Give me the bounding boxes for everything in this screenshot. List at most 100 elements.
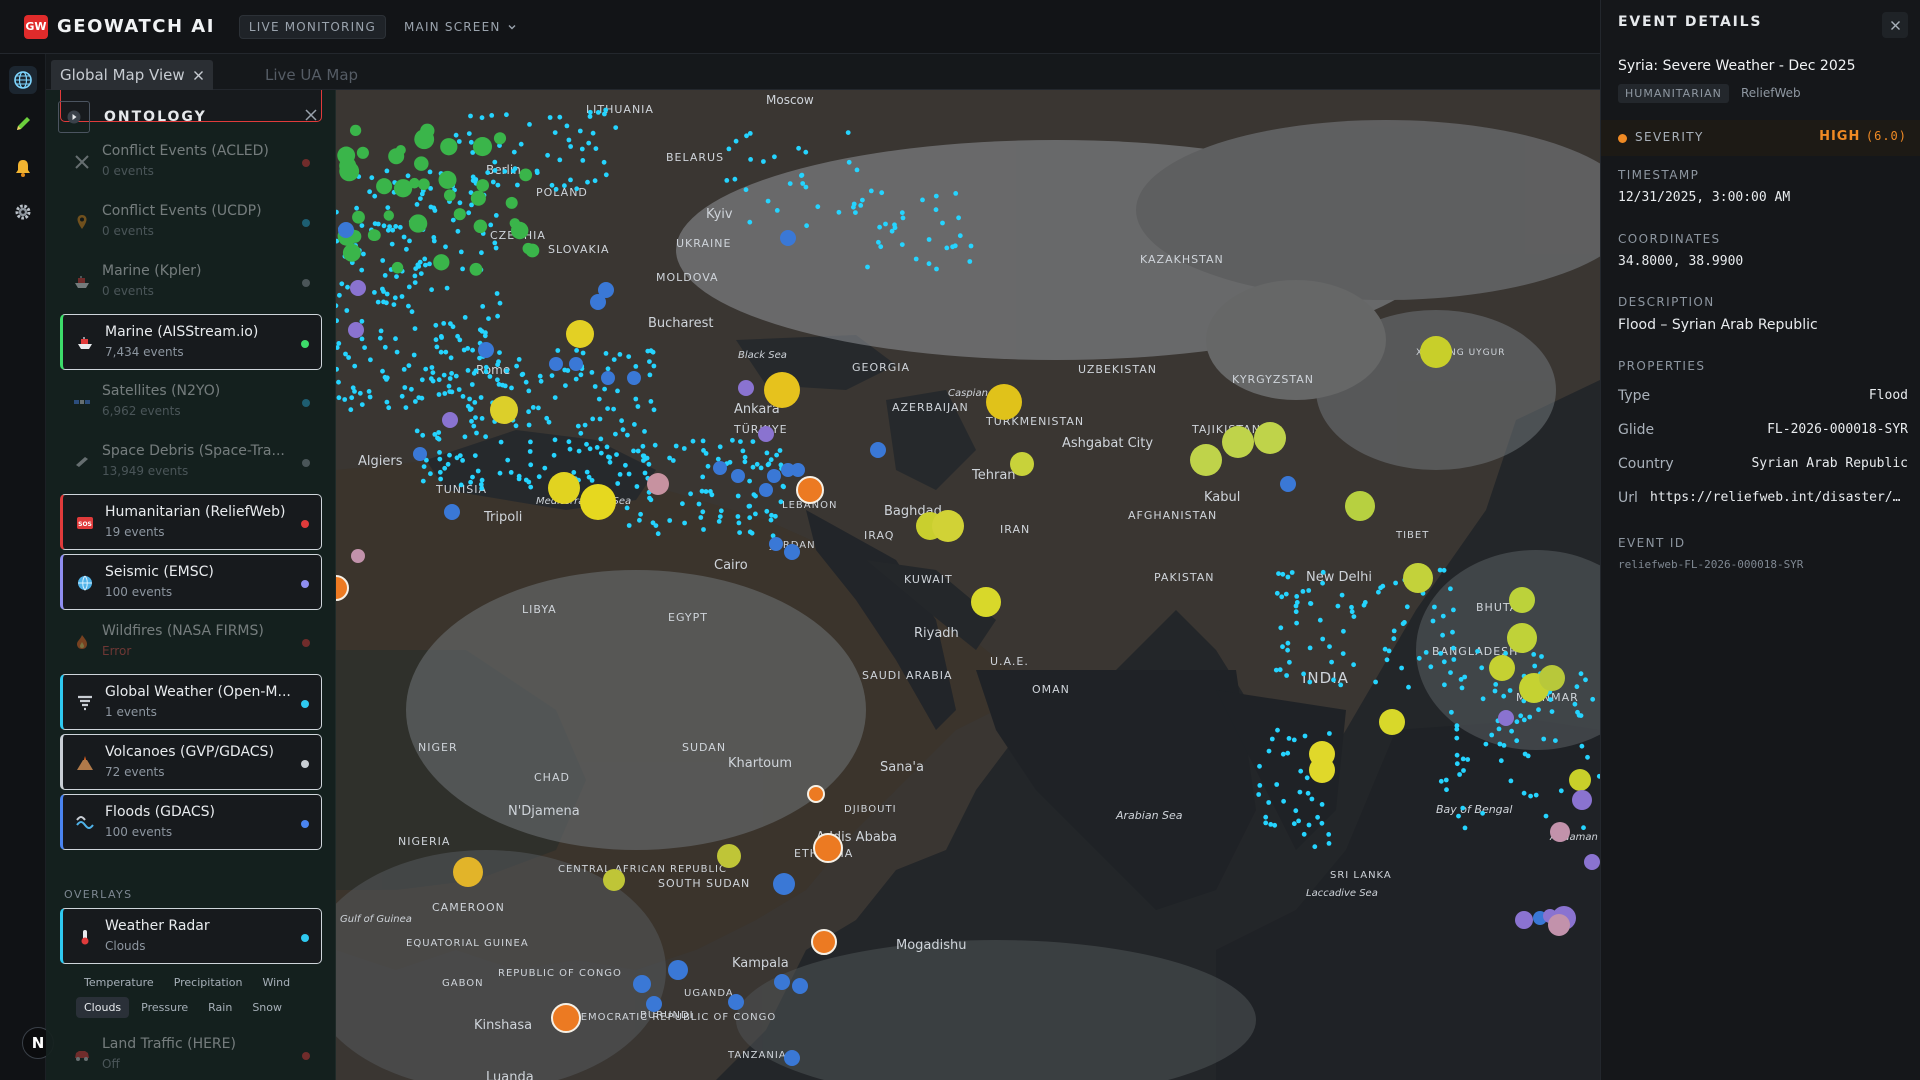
ais-vessel-marker[interactable] xyxy=(420,432,426,438)
ais-vessel-marker[interactable] xyxy=(566,137,572,143)
ais-vessel-marker[interactable] xyxy=(385,227,391,233)
ais-vessel-marker[interactable] xyxy=(564,123,570,129)
ais-vessel-marker[interactable] xyxy=(1335,603,1341,609)
ais-vessel-marker[interactable] xyxy=(1341,628,1346,634)
ais-vessel-marker[interactable] xyxy=(493,213,499,218)
ais-vessel-marker[interactable] xyxy=(549,373,555,378)
ais-vessel-marker[interactable] xyxy=(442,465,448,471)
ais-vessel-marker[interactable] xyxy=(1514,738,1520,744)
ais-vessel-marker[interactable] xyxy=(366,389,372,394)
seismic-marker[interactable] xyxy=(1498,710,1514,726)
volcano-marker[interactable] xyxy=(1569,769,1591,791)
marine-marker[interactable] xyxy=(349,124,362,137)
ais-vessel-marker[interactable] xyxy=(934,266,939,272)
ais-vessel-marker[interactable] xyxy=(601,159,607,165)
layer-space-debris-space-tra[interactable]: Space Debris (Space-Tra... 13,949 events xyxy=(60,434,322,490)
ais-vessel-marker[interactable] xyxy=(1441,659,1447,665)
marine-marker[interactable] xyxy=(414,156,429,171)
volcano-marker[interactable] xyxy=(1509,587,1535,613)
ais-vessel-marker[interactable] xyxy=(1479,665,1485,671)
marine-marker[interactable] xyxy=(440,138,458,156)
ais-vessel-marker[interactable] xyxy=(1438,778,1444,784)
ais-vessel-marker[interactable] xyxy=(372,193,378,199)
ais-vessel-marker[interactable] xyxy=(516,357,522,362)
ais-vessel-marker[interactable] xyxy=(614,452,619,457)
ontology-toggle[interactable] xyxy=(58,101,90,133)
ais-vessel-marker[interactable] xyxy=(454,455,460,461)
ais-vessel-marker[interactable] xyxy=(352,389,357,394)
ais-vessel-marker[interactable] xyxy=(1280,571,1286,577)
ais-vessel-marker[interactable] xyxy=(1331,677,1336,683)
ais-vessel-marker[interactable] xyxy=(851,201,857,207)
marine-marker[interactable] xyxy=(505,196,518,209)
ais-vessel-marker[interactable] xyxy=(447,452,452,458)
ais-vessel-marker[interactable] xyxy=(803,184,809,190)
ais-vessel-marker[interactable] xyxy=(567,446,573,452)
ais-vessel-marker[interactable] xyxy=(1493,682,1499,687)
ais-vessel-marker[interactable] xyxy=(443,244,448,250)
ais-vessel-marker[interactable] xyxy=(361,251,366,257)
ais-vessel-marker[interactable] xyxy=(394,274,399,279)
ais-vessel-marker[interactable] xyxy=(417,259,423,265)
layer-marine-aisstream-io[interactable]: Marine (AISStream.io) 7,434 events xyxy=(60,314,322,370)
ais-vessel-marker[interactable] xyxy=(748,157,753,162)
marine-marker[interactable] xyxy=(388,148,405,165)
ais-vessel-marker[interactable] xyxy=(449,371,454,376)
ais-vessel-marker[interactable] xyxy=(642,470,648,476)
ais-vessel-marker[interactable] xyxy=(563,383,568,388)
ais-vessel-marker[interactable] xyxy=(617,472,623,477)
ais-vessel-marker[interactable] xyxy=(747,219,753,225)
ais-vessel-marker[interactable] xyxy=(487,374,493,379)
ais-vessel-marker[interactable] xyxy=(742,454,748,460)
seismic-marker[interactable] xyxy=(870,442,886,458)
seismic-marker[interactable] xyxy=(728,994,744,1010)
ais-vessel-marker[interactable] xyxy=(1402,620,1407,625)
ais-vessel-marker[interactable] xyxy=(444,285,450,291)
ais-vessel-marker[interactable] xyxy=(1475,648,1480,654)
ais-vessel-marker[interactable] xyxy=(380,258,386,263)
event-marker[interactable] xyxy=(1548,914,1570,936)
ais-vessel-marker[interactable] xyxy=(407,238,412,244)
ais-vessel-marker[interactable] xyxy=(717,444,723,450)
ais-vessel-marker[interactable] xyxy=(456,387,462,392)
ais-vessel-marker[interactable] xyxy=(1574,684,1580,690)
ais-vessel-marker[interactable] xyxy=(1451,607,1456,613)
ais-vessel-marker[interactable] xyxy=(423,366,429,372)
ais-vessel-marker[interactable] xyxy=(1462,674,1468,680)
ais-vessel-marker[interactable] xyxy=(899,242,905,248)
ais-vessel-marker[interactable] xyxy=(479,477,485,483)
ais-vessel-marker[interactable] xyxy=(590,416,596,422)
ais-vessel-marker[interactable] xyxy=(470,347,475,353)
ais-vessel-marker[interactable] xyxy=(434,344,440,350)
ais-vessel-marker[interactable] xyxy=(892,222,897,228)
event-marker[interactable] xyxy=(351,549,365,563)
ais-vessel-marker[interactable] xyxy=(944,245,950,251)
ais-vessel-marker[interactable] xyxy=(498,439,504,445)
ais-vessel-marker[interactable] xyxy=(586,140,592,146)
volcano-marker[interactable] xyxy=(1190,444,1222,476)
ais-vessel-marker[interactable] xyxy=(602,111,607,117)
seismic-marker[interactable] xyxy=(784,544,800,560)
overlay-option-clouds[interactable]: Clouds xyxy=(76,997,130,1018)
ais-vessel-marker[interactable] xyxy=(384,399,390,405)
ais-vessel-marker[interactable] xyxy=(490,179,496,185)
event-marker[interactable] xyxy=(1550,822,1570,842)
ais-vessel-marker[interactable] xyxy=(626,523,632,528)
ais-vessel-marker[interactable] xyxy=(336,341,342,346)
ais-vessel-marker[interactable] xyxy=(492,168,498,173)
ais-vessel-marker[interactable] xyxy=(1291,737,1297,743)
ais-vessel-marker[interactable] xyxy=(1507,688,1513,693)
ais-vessel-marker[interactable] xyxy=(624,505,630,511)
ais-vessel-marker[interactable] xyxy=(956,215,961,221)
ais-vessel-marker[interactable] xyxy=(372,290,377,295)
ais-vessel-marker[interactable] xyxy=(416,395,422,400)
ais-vessel-marker[interactable] xyxy=(587,114,593,119)
ais-vessel-marker[interactable] xyxy=(479,486,485,491)
ais-vessel-marker[interactable] xyxy=(562,183,567,189)
seismic-marker[interactable] xyxy=(758,426,774,442)
marine-marker[interactable] xyxy=(418,178,430,191)
ais-vessel-marker[interactable] xyxy=(458,482,464,488)
ais-vessel-marker[interactable] xyxy=(1373,679,1378,685)
ais-vessel-marker[interactable] xyxy=(1291,821,1297,827)
ais-vessel-marker[interactable] xyxy=(412,273,418,279)
